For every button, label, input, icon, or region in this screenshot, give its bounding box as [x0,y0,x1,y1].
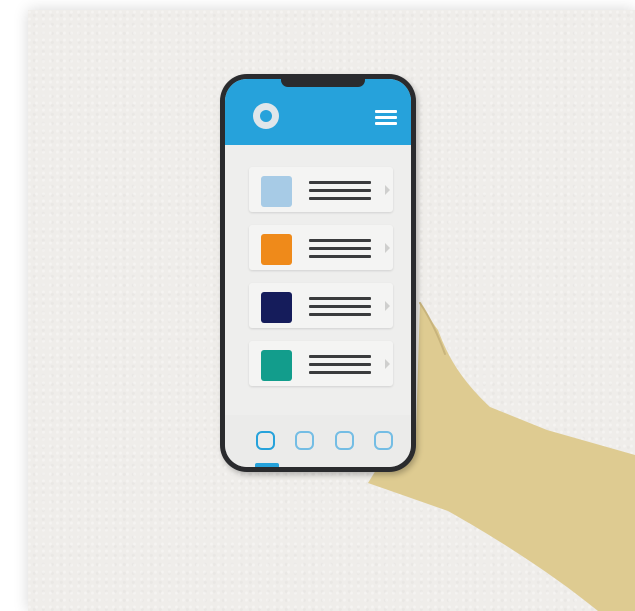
active-tab-indicator [255,463,279,467]
text-line [309,239,371,242]
chevron-right-icon [385,359,390,369]
text-line [309,255,371,258]
list-item[interactable] [249,167,393,212]
list-item[interactable] [249,341,393,386]
list-item[interactable] [249,283,393,328]
color-swatch [261,350,292,381]
hamburger-menu-icon[interactable] [375,110,397,125]
illustration-canvas [0,0,635,611]
text-line [309,189,371,192]
text-line [309,363,371,366]
phone-notch [281,79,365,87]
text-line [309,371,371,374]
app-header [225,79,411,145]
chevron-right-icon [385,185,390,195]
color-swatch [261,292,292,323]
tab-rounded-square-icon[interactable] [256,431,275,450]
text-line [309,313,371,316]
color-swatch [261,176,292,207]
circle-logo-icon[interactable] [253,103,279,129]
color-swatch [261,234,292,265]
text-line [309,181,371,184]
tab-rounded-square-icon[interactable] [295,431,314,450]
tab-rounded-square-icon[interactable] [374,431,393,450]
text-line [309,305,371,308]
text-line [309,247,371,250]
phone-screen [225,79,411,467]
chevron-right-icon [385,243,390,253]
text-line [309,355,371,358]
tab-rounded-square-icon[interactable] [335,431,354,450]
list-item[interactable] [249,225,393,270]
bottom-tab-bar [225,415,411,467]
text-line [309,197,371,200]
text-line [309,297,371,300]
chevron-right-icon [385,301,390,311]
smartphone [220,74,416,472]
